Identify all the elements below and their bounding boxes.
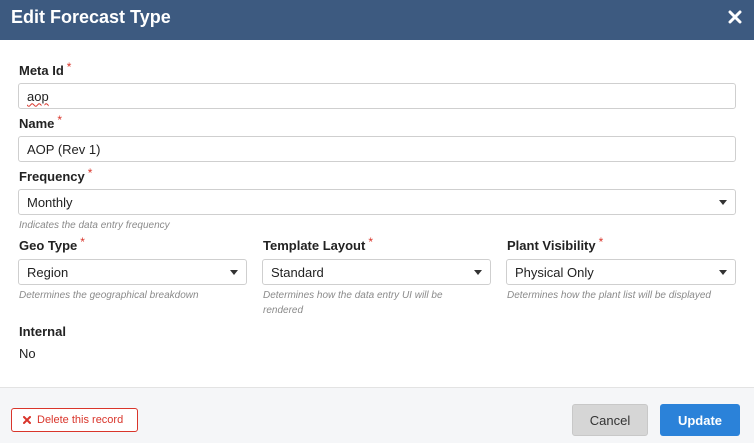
required-marker: * — [598, 235, 604, 249]
frequency-select[interactable]: Monthly — [18, 189, 736, 215]
meta-id-label-text: Meta Id — [19, 63, 64, 78]
delete-record-button[interactable]: Delete this record — [11, 408, 138, 432]
frequency-help: Indicates the data entry frequency — [19, 220, 170, 231]
dialog-footer: Delete this record Cancel Update — [0, 387, 754, 443]
plant-visibility-label-text: Plant Visibility — [507, 238, 596, 253]
dialog-header: Edit Forecast Type — [0, 0, 754, 40]
required-marker: * — [80, 235, 85, 249]
template-layout-help-line: Determines how the data entry UI will be — [263, 290, 443, 301]
required-marker: * — [368, 235, 374, 249]
name-label-text: Name — [19, 116, 55, 131]
geo-type-value: Region — [27, 264, 69, 280]
chevron-down-icon — [230, 270, 238, 275]
chevron-down-icon — [474, 270, 482, 275]
close-icon — [728, 10, 742, 24]
internal-label: Internal — [19, 324, 66, 339]
template-layout-help: Determines how the data entry UI will be… — [263, 288, 443, 318]
required-marker: * — [66, 60, 72, 74]
meta-id-label: Meta Id * — [19, 60, 72, 78]
required-marker: * — [87, 166, 93, 180]
meta-id-value: aop — [27, 88, 49, 104]
plant-visibility-select[interactable]: Physical Only — [506, 259, 736, 285]
name-label: Name * — [19, 113, 63, 131]
name-value: AOP (Rev 1) — [27, 141, 101, 157]
frequency-label-text: Frequency — [19, 169, 85, 184]
frequency-label: Frequency * — [19, 166, 93, 184]
frequency-value: Monthly — [27, 194, 73, 210]
plant-visibility-label: Plant Visibility * — [507, 235, 604, 253]
close-icon — [23, 416, 31, 424]
template-layout-label-text: Template Layout — [263, 238, 366, 253]
internal-value: No — [19, 346, 36, 361]
close-button[interactable] — [722, 4, 748, 30]
dialog-title: Edit Forecast Type — [11, 7, 171, 27]
geo-type-help: Determines the geographical breakdown — [19, 290, 199, 301]
cancel-button[interactable]: Cancel — [572, 404, 648, 436]
chevron-down-icon — [719, 200, 727, 205]
template-layout-help-line: rendered — [263, 305, 304, 316]
update-button[interactable]: Update — [660, 404, 740, 436]
delete-record-label: Delete this record — [37, 414, 124, 426]
geo-type-label-text: Geo Type — [19, 238, 78, 253]
plant-visibility-help: Determines how the plant list will be di… — [507, 290, 711, 301]
geo-type-label: Geo Type * — [19, 235, 85, 253]
template-layout-select[interactable]: Standard — [262, 259, 491, 285]
plant-visibility-value: Physical Only — [515, 264, 594, 280]
meta-id-input[interactable]: aop — [18, 83, 736, 109]
required-marker: * — [57, 113, 63, 127]
geo-type-select[interactable]: Region — [18, 259, 247, 285]
template-layout-value: Standard — [271, 264, 324, 280]
chevron-down-icon — [719, 270, 727, 275]
name-input[interactable]: AOP (Rev 1) — [18, 136, 736, 162]
template-layout-label: Template Layout * — [263, 235, 374, 253]
